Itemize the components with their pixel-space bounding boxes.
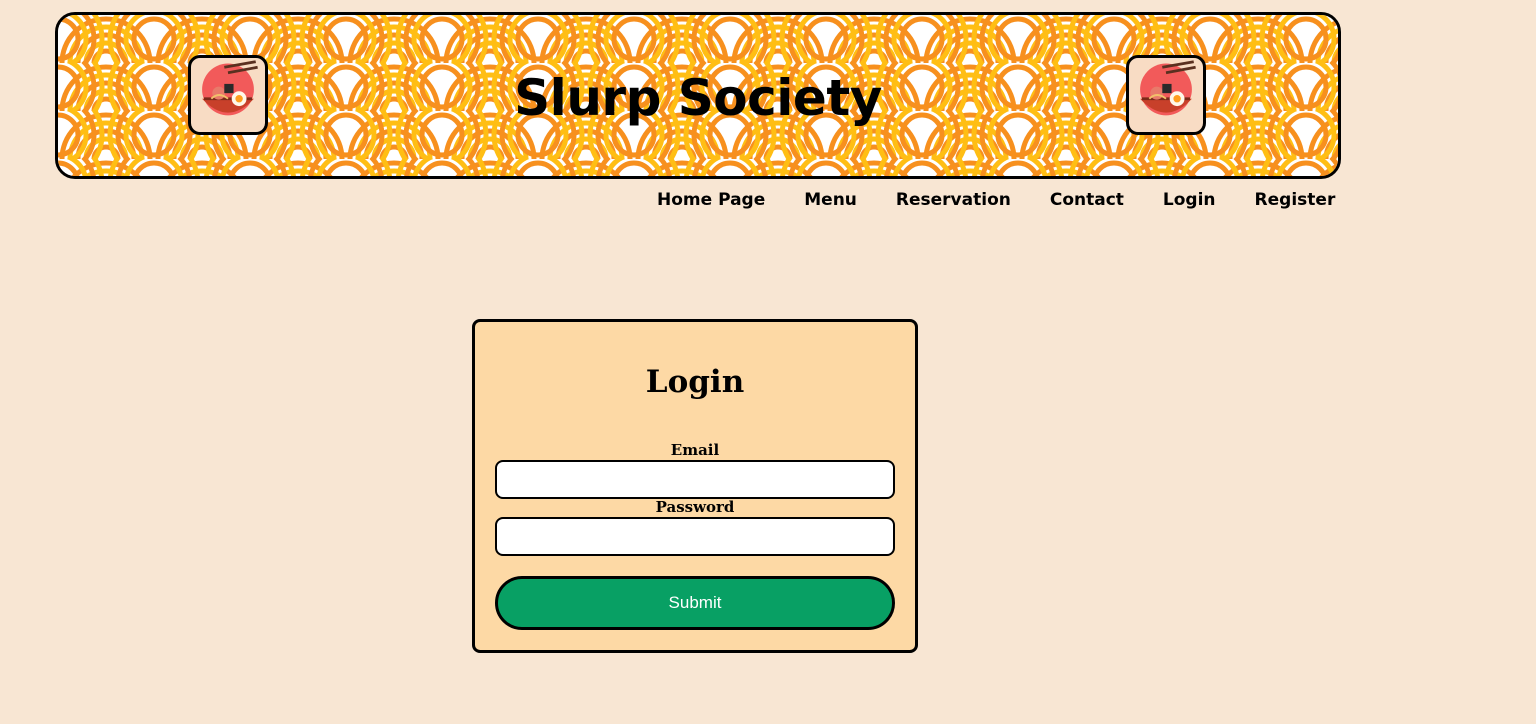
- ramen-logo-left[interactable]: [188, 55, 268, 135]
- email-field[interactable]: [495, 460, 895, 499]
- nav-contact-link[interactable]: Contact: [1050, 189, 1124, 211]
- nav-menu-link[interactable]: Menu: [804, 189, 857, 211]
- submit-button[interactable]: Submit: [495, 576, 895, 630]
- nav-reservation-link[interactable]: Reservation: [896, 189, 1011, 211]
- password-label: Password: [655, 498, 735, 516]
- ramen-bowl-icon: [1140, 60, 1196, 116]
- ramen-logo-right[interactable]: [1126, 55, 1206, 135]
- header-banner: Slurp Society: [55, 12, 1341, 179]
- email-label: Email: [670, 441, 720, 459]
- site-title-text: Slurp Society: [514, 69, 882, 127]
- login-title: Login: [645, 364, 745, 400]
- nav-login-link[interactable]: Login: [1163, 189, 1216, 211]
- login-card: Login Email Password Submit: [472, 319, 918, 653]
- password-field[interactable]: [495, 517, 895, 556]
- nav-register-link[interactable]: Register: [1255, 189, 1336, 211]
- ramen-bowl-icon: [202, 60, 258, 116]
- main-nav: Home Page Menu Reservation Contact Login…: [657, 189, 1335, 211]
- nav-home-link[interactable]: Home Page: [657, 189, 765, 211]
